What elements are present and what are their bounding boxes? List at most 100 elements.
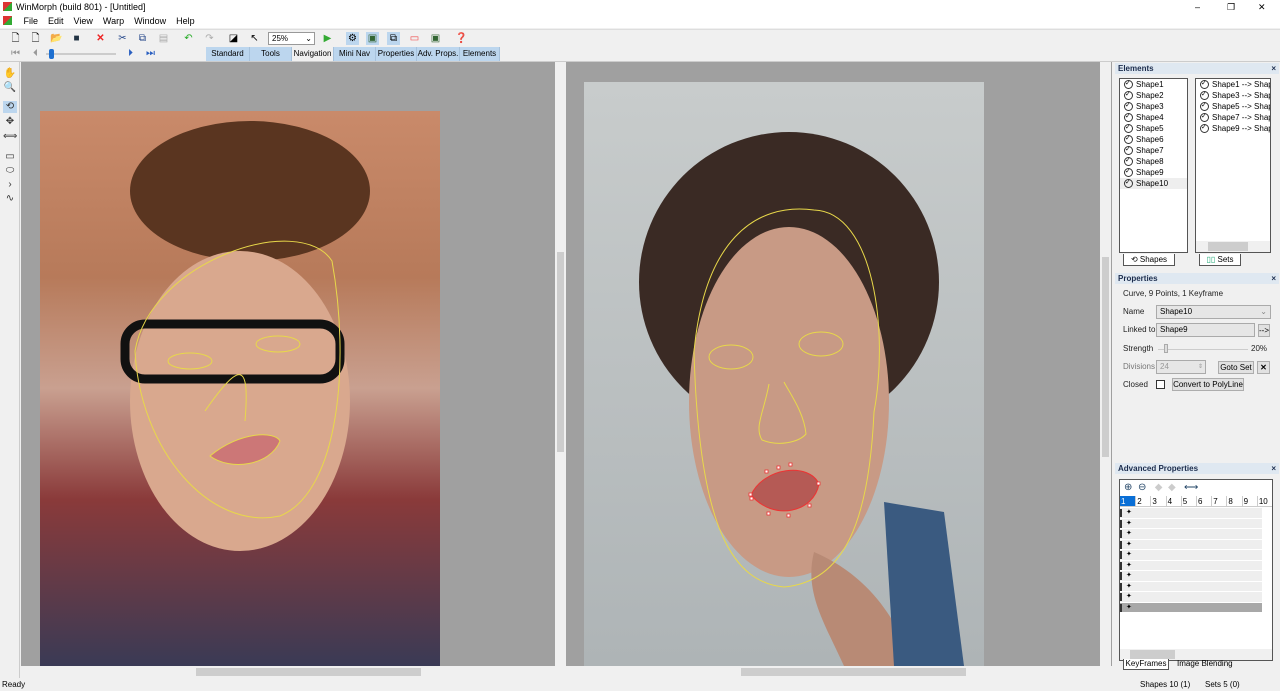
image-blending-tab[interactable]: Image Blending bbox=[1177, 659, 1233, 669]
tab-elements[interactable]: Elements bbox=[460, 47, 500, 61]
zoom-out-icon[interactable]: ⊖ bbox=[1138, 482, 1146, 493]
sets-scrollbar[interactable] bbox=[1196, 241, 1270, 252]
frame-1[interactable]: 1 bbox=[1120, 496, 1136, 506]
export-icon[interactable]: ▣ bbox=[429, 32, 442, 45]
list-item-selected[interactable]: Shape10 bbox=[1120, 177, 1187, 189]
menu-warp[interactable]: Warp bbox=[98, 14, 129, 28]
keyframe-row[interactable]: ✦ bbox=[1120, 571, 1262, 582]
tab-adv-props[interactable]: Adv. Props. bbox=[417, 47, 460, 61]
prev-key-icon[interactable]: ◆ bbox=[1155, 482, 1163, 493]
sets-list[interactable]: Shape1 --> Shape2 Shape3 --> Shape4 Shap… bbox=[1195, 78, 1271, 253]
shape-select-icon[interactable]: ⟲ bbox=[3, 101, 17, 113]
minimize-button[interactable]: – bbox=[1195, 0, 1200, 14]
sets-tab[interactable]: ▯▯ Sets bbox=[1199, 254, 1241, 266]
keyframe-row[interactable]: ✦ bbox=[1120, 550, 1262, 561]
tab-navigation[interactable]: Navigation bbox=[292, 47, 334, 61]
linked-to-field[interactable]: Shape9 bbox=[1156, 323, 1255, 337]
paste-icon[interactable]: ▤ bbox=[157, 32, 170, 45]
last-frame-icon[interactable]: ⏭ bbox=[144, 47, 157, 60]
hand-icon[interactable]: ✋ bbox=[3, 68, 17, 80]
render-icon[interactable]: ◪ bbox=[227, 32, 240, 45]
frame-slider[interactable] bbox=[46, 53, 116, 55]
menu-view[interactable]: View bbox=[69, 14, 98, 28]
scroll-thumb[interactable] bbox=[557, 252, 564, 452]
frame-6[interactable]: 6 bbox=[1196, 496, 1211, 506]
destination-horizontal-scrollbar[interactable] bbox=[566, 666, 1112, 678]
closed-checkbox[interactable] bbox=[1156, 380, 1165, 389]
strength-slider-thumb[interactable] bbox=[1164, 344, 1168, 353]
list-item[interactable]: Shape1 --> Shape2 bbox=[1196, 79, 1270, 90]
source-image-pane[interactable] bbox=[21, 62, 566, 678]
list-item[interactable]: Shape9 --> Shape10 bbox=[1196, 122, 1270, 134]
close-icon[interactable]: × bbox=[1271, 273, 1276, 284]
undo-icon[interactable]: ↶ bbox=[182, 32, 195, 45]
pointer-icon[interactable]: ↖ bbox=[248, 32, 261, 45]
scroll-thumb[interactable] bbox=[1130, 650, 1175, 659]
play-icon[interactable]: ▶ bbox=[321, 32, 334, 45]
zoom-select[interactable]: 25% ⌄ bbox=[268, 32, 315, 45]
new-icon[interactable]: 🗋 bbox=[9, 32, 22, 45]
tab-mini-nav[interactable]: Mini Nav bbox=[334, 47, 376, 61]
menu-file[interactable]: File bbox=[19, 14, 44, 28]
keyframe-row[interactable]: ✦ bbox=[1120, 529, 1262, 540]
ellipse-icon[interactable]: ⬭ bbox=[3, 165, 17, 177]
frame-5[interactable]: 5 bbox=[1180, 496, 1196, 506]
delete-link-icon[interactable]: ✕ bbox=[1257, 361, 1270, 374]
keyframe-row[interactable]: ✦ bbox=[1120, 518, 1262, 529]
keyframes-tab[interactable]: KeyFrames bbox=[1123, 659, 1169, 670]
save-icon[interactable]: ■ bbox=[70, 32, 83, 45]
frame-8[interactable]: 8 bbox=[1226, 496, 1241, 506]
tab-properties[interactable]: Properties bbox=[376, 47, 417, 61]
zoom-in-icon[interactable]: ⊕ bbox=[1124, 482, 1132, 493]
scroll-thumb[interactable] bbox=[1208, 242, 1248, 251]
delete-icon[interactable]: ✕ bbox=[94, 32, 107, 45]
list-item[interactable]: Shape7 --> Shape8 bbox=[1196, 111, 1270, 123]
first-frame-icon[interactable]: ⏮ bbox=[9, 47, 22, 60]
scale-icon[interactable]: ⟺ bbox=[3, 131, 17, 143]
scroll-thumb[interactable] bbox=[741, 668, 966, 676]
fit-icon[interactable]: ⟷ bbox=[1184, 482, 1198, 493]
list-item[interactable]: Shape3 --> Shape4 bbox=[1196, 89, 1270, 101]
keyframe-row[interactable]: ✦ bbox=[1120, 539, 1262, 550]
help-icon[interactable]: ❓ bbox=[455, 32, 468, 45]
next-key-icon[interactable]: ◆ bbox=[1168, 482, 1176, 493]
divisions-field[interactable]: 24 ⇕ bbox=[1156, 360, 1206, 374]
scroll-thumb[interactable] bbox=[196, 668, 421, 676]
prev-frame-icon[interactable]: ⏴ bbox=[29, 47, 42, 60]
polyline-icon[interactable]: › bbox=[3, 179, 17, 191]
keyframe-row[interactable]: ✦ bbox=[1120, 581, 1262, 592]
menu-window[interactable]: Window bbox=[129, 14, 171, 28]
zoom-icon[interactable]: 🔍 bbox=[3, 82, 17, 94]
menu-help[interactable]: Help bbox=[171, 14, 200, 28]
destination-image-pane[interactable] bbox=[566, 62, 1112, 678]
convert-to-polyline-button[interactable]: Convert to PolyLine bbox=[1172, 378, 1244, 391]
frame-9[interactable]: 9 bbox=[1241, 496, 1257, 506]
cut-icon[interactable]: ✂ bbox=[116, 32, 129, 45]
open-icon[interactable]: 📂 bbox=[50, 32, 63, 45]
goto-set-button[interactable]: Goto Set bbox=[1218, 361, 1254, 374]
menu-edit[interactable]: Edit bbox=[43, 14, 69, 28]
shapes-icon[interactable]: ⧉ bbox=[387, 32, 400, 45]
new-project-icon[interactable]: 🗋 bbox=[29, 32, 42, 45]
rectangle-icon[interactable]: ▭ bbox=[3, 151, 17, 163]
destination-vertical-scrollbar[interactable] bbox=[1100, 62, 1111, 666]
frame-10[interactable]: 10 bbox=[1256, 496, 1272, 506]
frame-slider-thumb[interactable] bbox=[49, 49, 54, 59]
close-icon[interactable]: × bbox=[1271, 63, 1276, 74]
keyframe-row[interactable]: ✦ bbox=[1120, 508, 1262, 519]
compare-icon[interactable]: ▭ bbox=[408, 32, 421, 45]
spinner-icon[interactable]: ⇕ bbox=[1198, 361, 1203, 373]
source-horizontal-scrollbar[interactable] bbox=[21, 666, 566, 678]
curve-icon[interactable]: ∿ bbox=[3, 193, 17, 205]
frame-2[interactable]: 2 bbox=[1135, 496, 1150, 506]
link-arrow-button[interactable]: --> bbox=[1258, 324, 1270, 337]
next-frame-icon[interactable]: ⏵ bbox=[124, 47, 137, 60]
images-icon[interactable]: ▣ bbox=[366, 32, 379, 45]
name-select[interactable]: Shape10 ⌄ bbox=[1156, 305, 1271, 319]
scroll-thumb[interactable] bbox=[1102, 257, 1109, 457]
tab-standard[interactable]: Standard bbox=[206, 47, 250, 61]
copy-icon[interactable]: ⧉ bbox=[136, 32, 149, 45]
tab-tools[interactable]: Tools bbox=[250, 47, 292, 61]
shapes-tab[interactable]: ⟲ Shapes bbox=[1123, 254, 1175, 266]
close-button[interactable]: ✕ bbox=[1258, 0, 1266, 14]
